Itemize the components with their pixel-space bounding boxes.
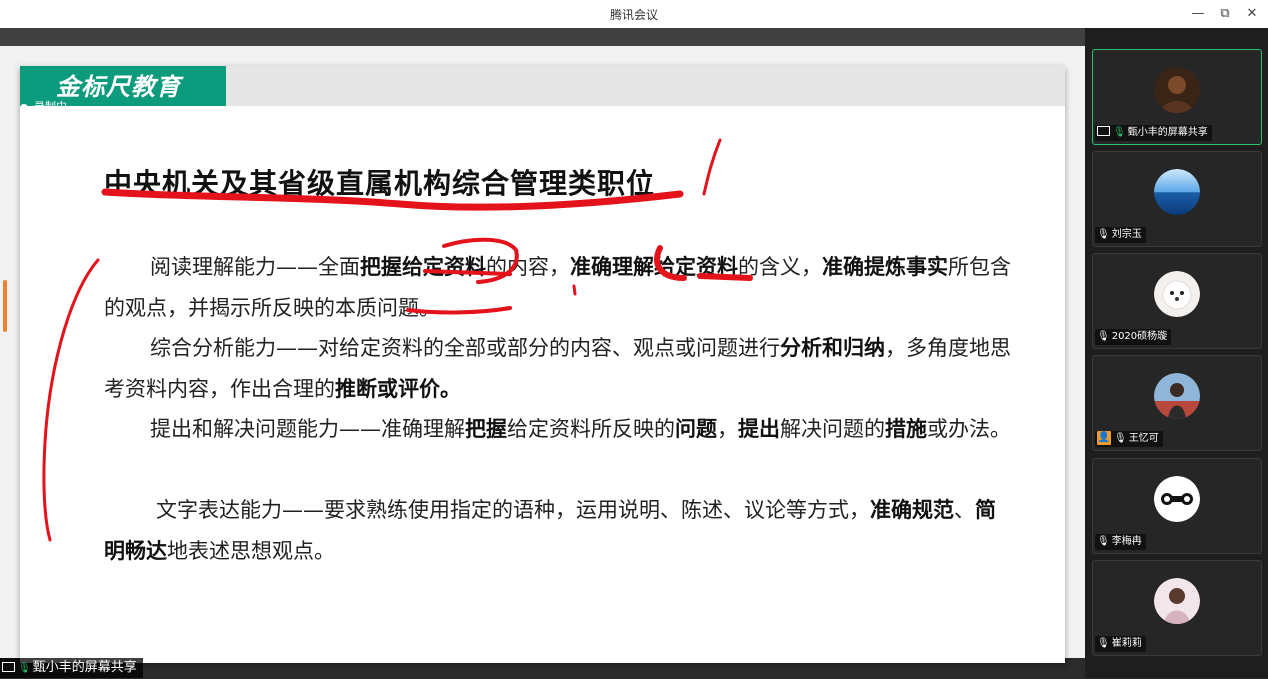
avatar: [1154, 373, 1200, 419]
participant-name-tag: 🎙 甄小丰的屏幕共享: [1095, 125, 1212, 141]
recording-label: 录制中: [34, 100, 67, 113]
cloud-icon: [20, 104, 28, 110]
shared-screen-area[interactable]: 录制中 金标尺教育 中央机关及其省级直属机构综合管理类职位 阅读理解能力——全面…: [0, 28, 1085, 663]
restore-button[interactable]: ⧉: [1213, 4, 1237, 24]
presenter-label: 🎙 甄小丰的屏幕共享: [0, 658, 143, 678]
emphasis-segment: 提出: [738, 417, 780, 441]
participant-name-tag: 👤 🎙 王忆可: [1095, 431, 1163, 447]
mic-muted-icon: 🎙: [1097, 638, 1110, 649]
participant-tile[interactable]: 🎙 崔莉莉: [1092, 560, 1262, 656]
emphasis-segment: 把握给定资料: [360, 255, 486, 279]
emphasis-segment: 准确规范: [870, 498, 954, 522]
slide: 金标尺教育 中央机关及其省级直属机构综合管理类职位 阅读理解能力——全面把握给定…: [20, 66, 1065, 663]
mic-on-icon: 🎙: [18, 663, 31, 674]
emphasis-segment: 推断或评价。: [335, 377, 461, 401]
participant-name-tag: 🎙 刘宗玉: [1095, 227, 1146, 243]
participant-name: 刘宗玉: [1111, 229, 1142, 240]
emphasis-segment: 问题: [675, 417, 717, 441]
participant-name: 崔莉莉: [1111, 638, 1142, 649]
paragraph-reading: 阅读理解能力——全面把握给定资料的内容，准确理解给定资料的含义，准确提炼事实所包…: [104, 247, 1016, 329]
participant-name-tag: 🎙 李梅冉: [1095, 534, 1146, 550]
participant-tile[interactable]: 🎙 甄小丰的屏幕共享: [1092, 49, 1262, 145]
emphasis-segment: 准确理解给定资料: [570, 255, 738, 279]
close-button[interactable]: ✕: [1240, 4, 1264, 24]
text-segment: ，: [717, 417, 738, 441]
avatar: [1154, 67, 1200, 113]
presenter-name: 甄小丰的屏幕共享: [32, 660, 137, 675]
window-titlebar: 腾讯会议 — ⧉ ✕: [0, 0, 1268, 29]
minimize-button[interactable]: —: [1186, 4, 1210, 24]
avatar: [1154, 476, 1200, 522]
mic-muted-icon: 🎙: [1114, 433, 1127, 444]
text-segment: 解决问题的: [780, 417, 885, 441]
participant-name-tag: 🎙 2020硕杨璇: [1095, 329, 1172, 345]
participant-tile[interactable]: 🎙 李梅冉: [1092, 458, 1262, 554]
avatar: [1154, 169, 1200, 215]
participant-tile[interactable]: 🎙 刘宗玉: [1092, 151, 1262, 247]
mic-muted-icon: 🎙: [1097, 331, 1110, 342]
emphasis-segment: 分析和归纳: [780, 336, 885, 360]
participant-name: 2020硕杨璇: [1111, 331, 1168, 342]
slide-header-bar: 金标尺教育: [20, 66, 1065, 106]
text-segment: 或办法。: [927, 417, 1011, 441]
participant-name: 王忆可: [1128, 433, 1159, 444]
mic-muted-icon: 🎙: [1097, 536, 1110, 547]
mic-muted-icon: 🎙: [1097, 229, 1110, 240]
text-segment: 的含义，: [738, 255, 822, 279]
emphasis-segment: 措施: [885, 417, 927, 441]
avatar: [1154, 271, 1200, 317]
screen-share-icon: [1097, 126, 1110, 136]
emphasis-segment: 把握: [465, 417, 507, 441]
text-segment: 综合分析能力——对给定资料的全部或部分的内容、观点或问题进行: [150, 336, 780, 360]
text-segment: 阅读理解能力——全面: [150, 255, 360, 279]
avatar: [1154, 578, 1200, 624]
paragraph-problem-solving: 提出和解决问题能力——准确理解把握给定资料所反映的问题，提出解决问题的措施或办法…: [104, 409, 1016, 450]
text-segment: 文字表达能力——要求熟练使用指定的语种，运用说明、陈述、议论等方式，: [156, 498, 870, 522]
participant-sidebar[interactable]: 🎙甄小丰的屏幕共享 🎙刘宗玉 🎙2020硕杨璇 👤🎙王忆可 🎙李梅冉: [1085, 28, 1268, 678]
screen-share-icon: [2, 661, 15, 672]
paragraph-analysis: 综合分析能力——对给定资料的全部或部分的内容、观点或问题进行分析和归纳，多角度地…: [104, 328, 1016, 410]
window-title: 腾讯会议: [609, 8, 658, 22]
participant-name-tag: 🎙 崔莉莉: [1095, 636, 1146, 652]
participant-tile[interactable]: 🎙 2020硕杨璇: [1092, 253, 1262, 349]
person-icon: 👤: [1097, 431, 1111, 445]
recording-indicator: 录制中: [20, 98, 67, 114]
text-segment: 提出和解决问题能力——准确理解: [150, 417, 465, 441]
paragraph-writing: 文字表达能力——要求熟练使用指定的语种，运用说明、陈述、议论等方式，准确规范、简…: [104, 490, 1016, 572]
text-segment: 、: [954, 498, 975, 522]
participant-tile[interactable]: 👤 🎙 王忆可: [1092, 355, 1262, 451]
text-segment: 给定资料所反映的: [507, 417, 675, 441]
participant-name: 甄小丰的屏幕共享: [1127, 127, 1208, 138]
text-segment: 的内容，: [486, 255, 570, 279]
participant-name: 李梅冉: [1111, 536, 1142, 547]
mic-on-icon: 🎙: [1113, 127, 1126, 138]
text-segment: 地表述思想观点。: [167, 539, 335, 563]
slide-heading: 中央机关及其省级直属机构综合管理类职位: [104, 167, 656, 200]
emphasis-segment: 准确提炼事实: [822, 255, 948, 279]
scroll-position-marker[interactable]: [3, 280, 7, 332]
